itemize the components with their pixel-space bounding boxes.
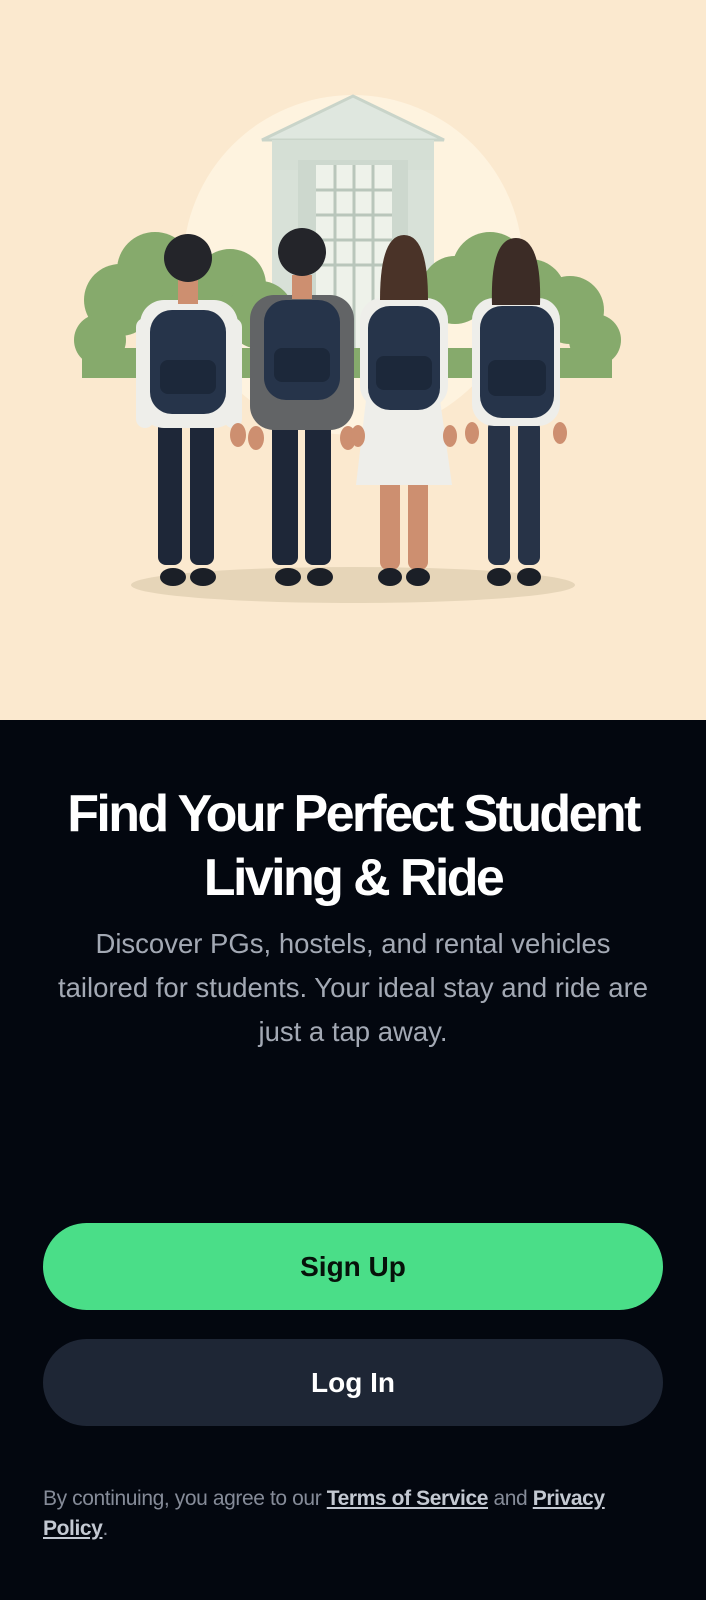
sign-up-button[interactable]: Sign Up bbox=[43, 1223, 663, 1310]
legal-connector: and bbox=[488, 1487, 533, 1510]
log-in-button[interactable]: Log In bbox=[43, 1339, 663, 1426]
legal-notice: By continuing, you agree to our Terms of… bbox=[43, 1484, 665, 1544]
hero-illustration bbox=[0, 0, 706, 720]
page-subtitle: Discover PGs, hostels, and rental vehicl… bbox=[57, 928, 649, 1047]
legal-prefix: By continuing, you agree to our bbox=[43, 1487, 327, 1510]
legal-suffix: . bbox=[102, 1517, 108, 1540]
terms-of-service-link[interactable]: Terms of Service bbox=[327, 1487, 489, 1510]
welcome-panel: Find Your Perfect Student Living & Ride … bbox=[0, 720, 706, 1600]
welcome-screen: Find Your Perfect Student Living & Ride … bbox=[0, 0, 706, 1600]
page-title: Find Your Perfect Student Living & Ride bbox=[67, 785, 641, 907]
